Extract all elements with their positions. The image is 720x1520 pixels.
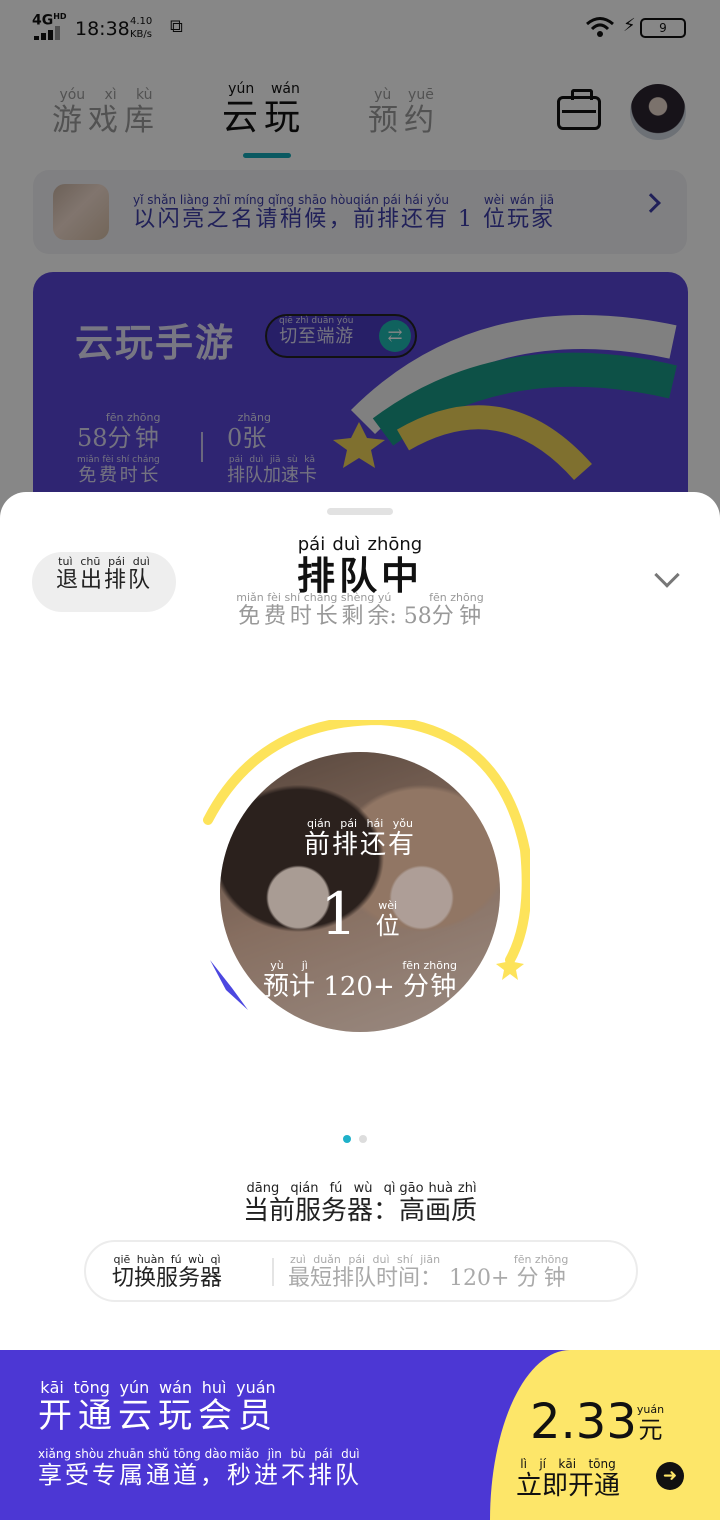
open-now-button[interactable]: 立即开通lì jí kāi tōng — [516, 1457, 620, 1502]
sheet-drag-handle[interactable] — [327, 508, 393, 515]
current-server: 当前服务器：dāng qián fú wù qì高画质gāo huà zhì — [242, 1181, 478, 1226]
page-dot-active — [343, 1135, 351, 1143]
membership-banner[interactable]: 开通云玩会员kāi tōng yún wán huì yuán 享受专属通道，x… — [0, 1350, 720, 1520]
membership-subtitle: 享受专属通道，xiǎng shòu zhuān shǔ tōng dào秒进不排… — [38, 1447, 362, 1489]
estimated-wait: 预计yù jì 120+ 分钟fēn zhōng — [263, 959, 457, 1002]
page-indicator — [343, 1128, 375, 1147]
membership-title: 开通云玩会员kāi tōng yún wán huì yuán — [38, 1378, 278, 1436]
modal-scrim[interactable] — [0, 0, 720, 560]
players-ahead-label: 前排还有qián pái hái yǒu — [303, 817, 416, 860]
page-dot — [359, 1135, 367, 1143]
server-options: 切换服务器qiē huàn fú wù qì 最短排队时间：zuì duǎn p… — [84, 1240, 638, 1302]
switch-server-button[interactable]: 切换服务器qiē huàn fú wù qì — [112, 1253, 222, 1292]
queue-progress-visual: 前排还有qián pái hái yǒu 1 位wèi 预计yù jì 120+… — [200, 720, 530, 1032]
queue-sheet: 退出排队tuì chū pái duì 排队中pái duì zhōng 免费时… — [0, 492, 720, 1350]
arrow-right-icon[interactable]: ➜ — [656, 1462, 684, 1490]
server-divider — [272, 1258, 274, 1286]
remaining-free-time: 免费时长剩余miǎn fèi shí cháng shèng yú: 58分钟f… — [236, 591, 484, 629]
shortest-queue-time: 最短排队时间：zuì duǎn pái duì shí jiān 120+ 分钟… — [288, 1253, 569, 1291]
players-ahead-count: 1 位wèi — [320, 880, 400, 948]
game-artwork-circle: 前排还有qián pái hái yǒu 1 位wèi 预计yù jì 120+… — [220, 752, 500, 1032]
membership-price: 2.33元yuán — [530, 1394, 665, 1450]
